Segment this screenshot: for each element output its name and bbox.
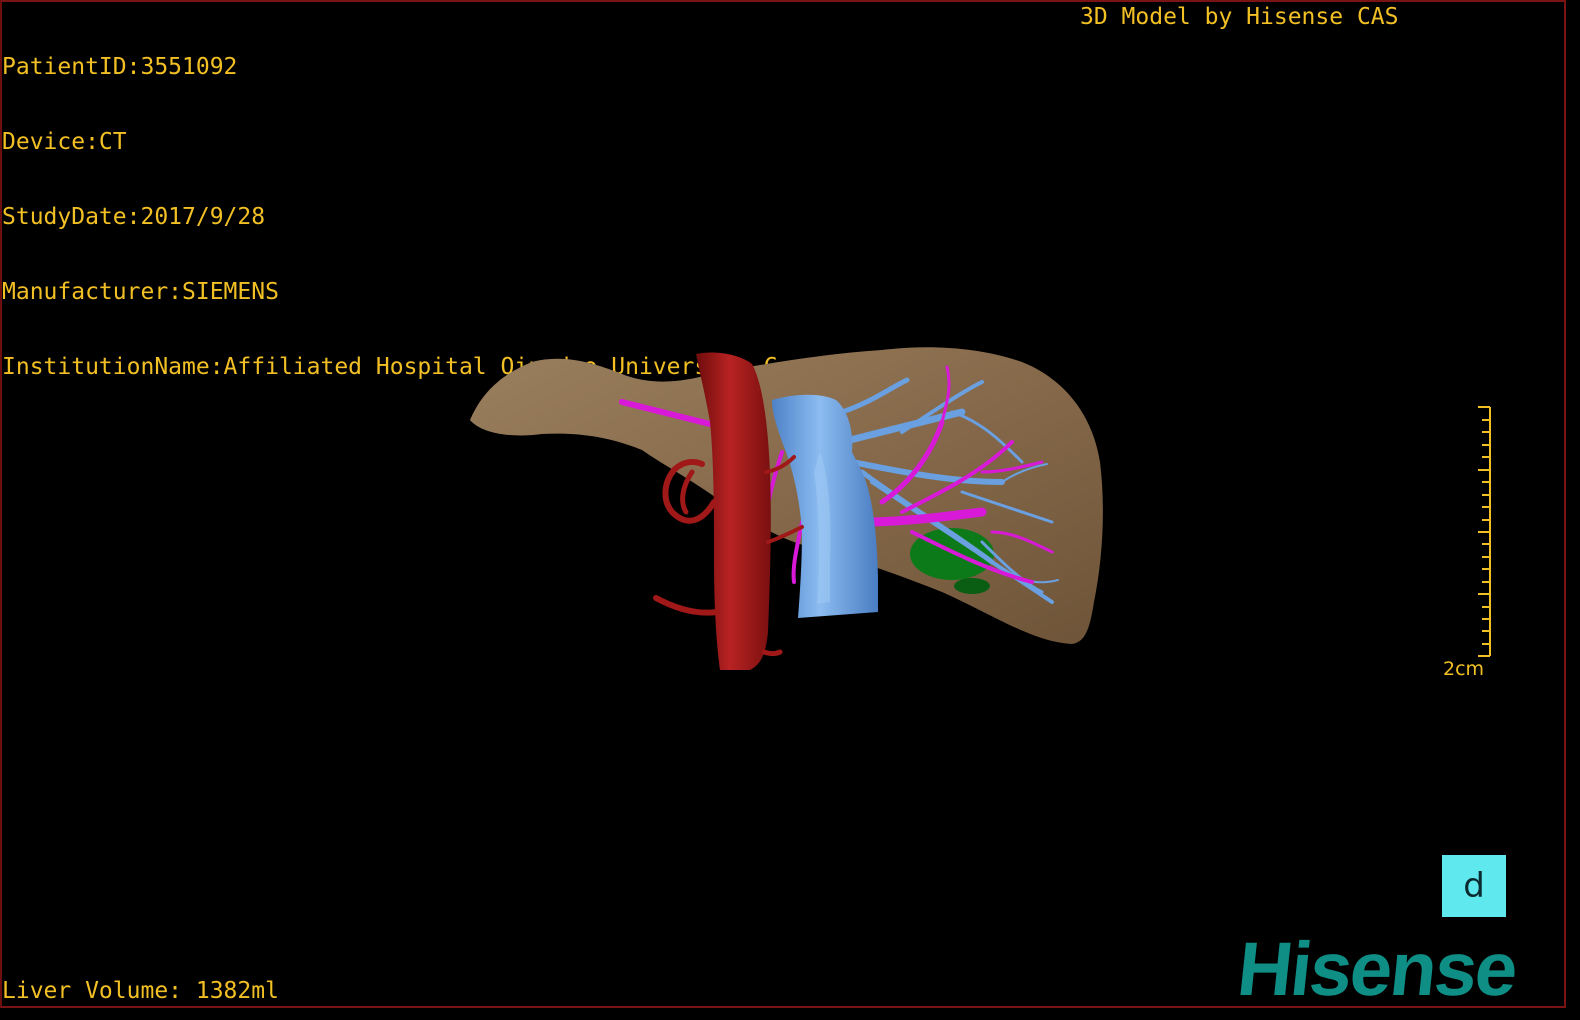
view-orientation-label: d [1463,866,1485,906]
liver-3d-model[interactable] [2,2,1566,1008]
liver-volume-text: Liver Volume: 1382ml [2,978,279,1004]
scale-bar [1478,406,1491,657]
gallbladder-tail [954,578,990,594]
3d-viewport[interactable]: PatientID:3551092 Device:CT StudyDate:20… [0,0,1566,1008]
hisense-logo: Hisense [1233,927,1521,1008]
scale-bar-label: 2cm [1443,658,1485,680]
view-orientation-button[interactable]: d [1442,855,1506,917]
liver-surface [470,347,1103,644]
